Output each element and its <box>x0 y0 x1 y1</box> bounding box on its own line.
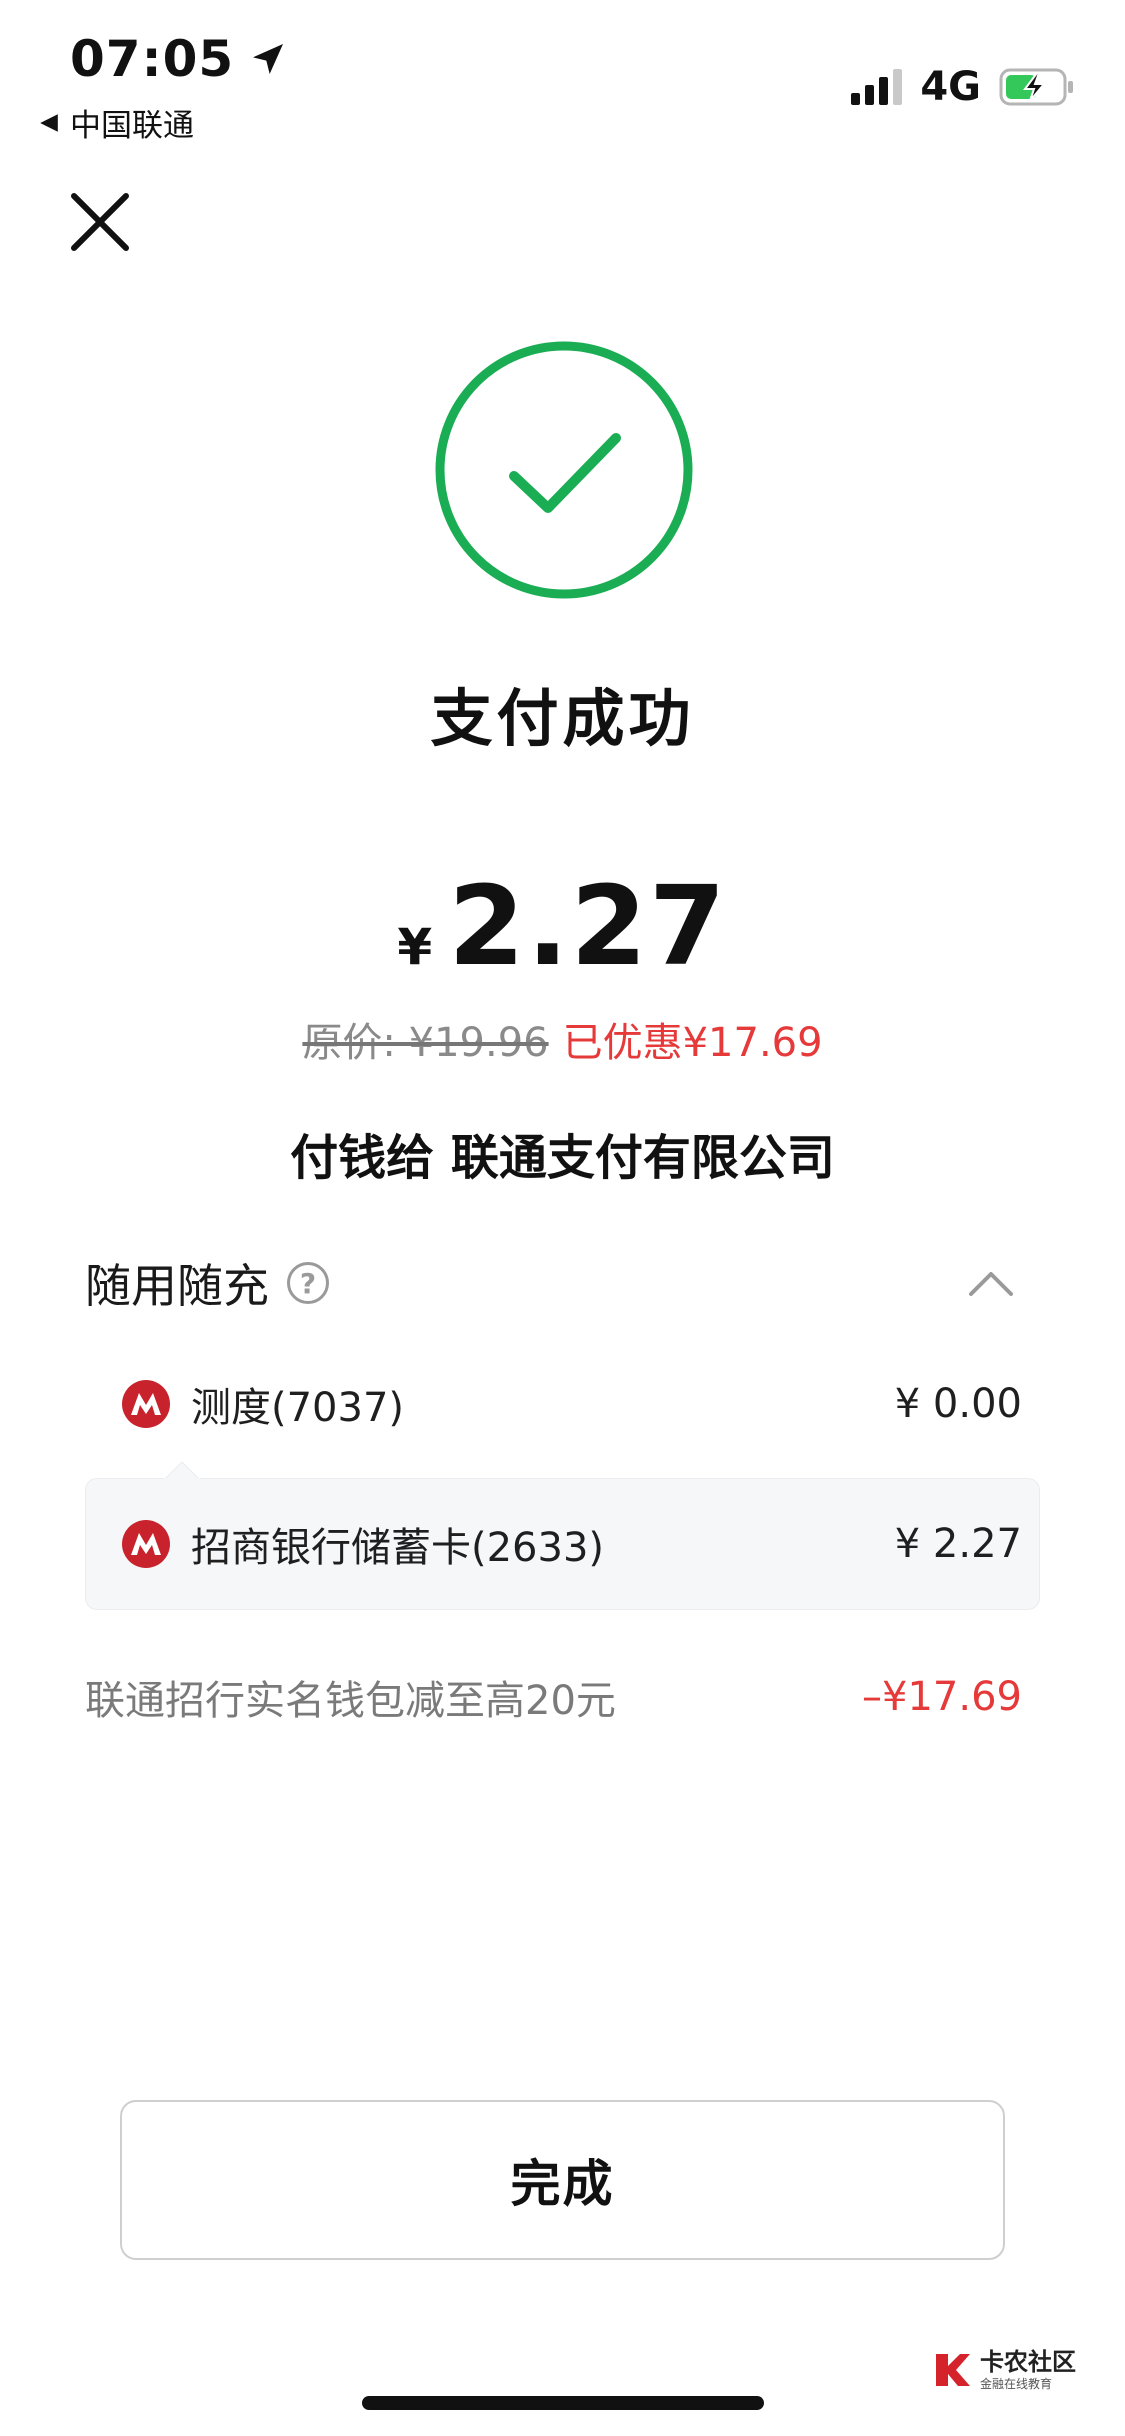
bank-logo-icon <box>122 1520 170 1568</box>
method-amount: ¥ 0.00 <box>894 1381 1022 1427</box>
success-title: 支付成功 <box>430 682 695 755</box>
original-price: 原价: ¥19.96 <box>302 1020 549 1066</box>
pointer-arrow <box>164 1461 200 1480</box>
network-type: 4G <box>920 64 981 110</box>
bank-logo-icon <box>122 1380 170 1428</box>
status-time-text: 07:05 <box>70 30 235 88</box>
signal-icon <box>851 69 903 105</box>
currency-symbol: ¥ <box>397 918 433 976</box>
promo-label: 联通招行实名钱包减至高20元 <box>85 1678 616 1724</box>
amount-value: 2.27 <box>448 862 728 990</box>
method-amount: ¥ 2.27 <box>894 1521 1022 1567</box>
section-title: 随用随充 <box>85 1259 269 1313</box>
location-arrow-icon <box>253 44 284 74</box>
payment-method-row: 测度(7037) ¥ 0.00 <box>85 1364 1040 1444</box>
back-to-app[interactable]: 中国联通 <box>38 100 194 145</box>
watermark-subtitle: 金融在线教育 <box>980 2377 1053 2391</box>
price-detail: 原价: ¥19.96 已优惠¥17.69 <box>0 1010 1125 1068</box>
method-name: 招商银行储蓄卡(2633) <box>191 1525 605 1571</box>
status-indicators: 4G <box>851 64 1075 110</box>
chevron-up-icon[interactable] <box>966 1262 1016 1302</box>
home-indicator[interactable] <box>362 2396 764 2410</box>
method-name: 测度(7037) <box>191 1385 405 1431</box>
payment-section-header: 随用随充 ? <box>85 1250 329 1316</box>
watermark: 卡农社区 金融在线教育 <box>932 2350 1076 2390</box>
done-button[interactable]: 完成 <box>120 2100 1005 2260</box>
payee: 付钱给 联通支付有限公司 <box>290 1130 835 1186</box>
payment-method-row-selected[interactable]: 招商银行储蓄卡(2633) ¥ 2.27 <box>85 1502 1040 1586</box>
battery-charging-icon <box>999 68 1073 106</box>
close-icon[interactable] <box>68 190 132 254</box>
status-time: 07:05 <box>70 30 288 88</box>
promo-row: 联通招行实名钱包减至高20元 –¥17.69 <box>85 1668 1040 1726</box>
question-icon[interactable]: ? <box>287 1262 329 1304</box>
watermark-logo-icon <box>936 2354 970 2386</box>
payment-success-screen: 07:05 中国联通 4G 支付成功 ¥ 2.27 原价: ¥19.96 已优惠… <box>0 0 1125 2436</box>
discount-amount: 已优惠¥17.69 <box>562 1020 823 1066</box>
paid-amount: ¥ 2.27 <box>0 862 1125 990</box>
carrier-name: 中国联通 <box>70 108 194 144</box>
promo-value: –¥17.69 <box>862 1674 1022 1720</box>
check-circle-icon <box>435 341 693 599</box>
back-triangle-icon <box>40 113 58 132</box>
watermark-title: 卡农社区 <box>980 2348 1076 2376</box>
